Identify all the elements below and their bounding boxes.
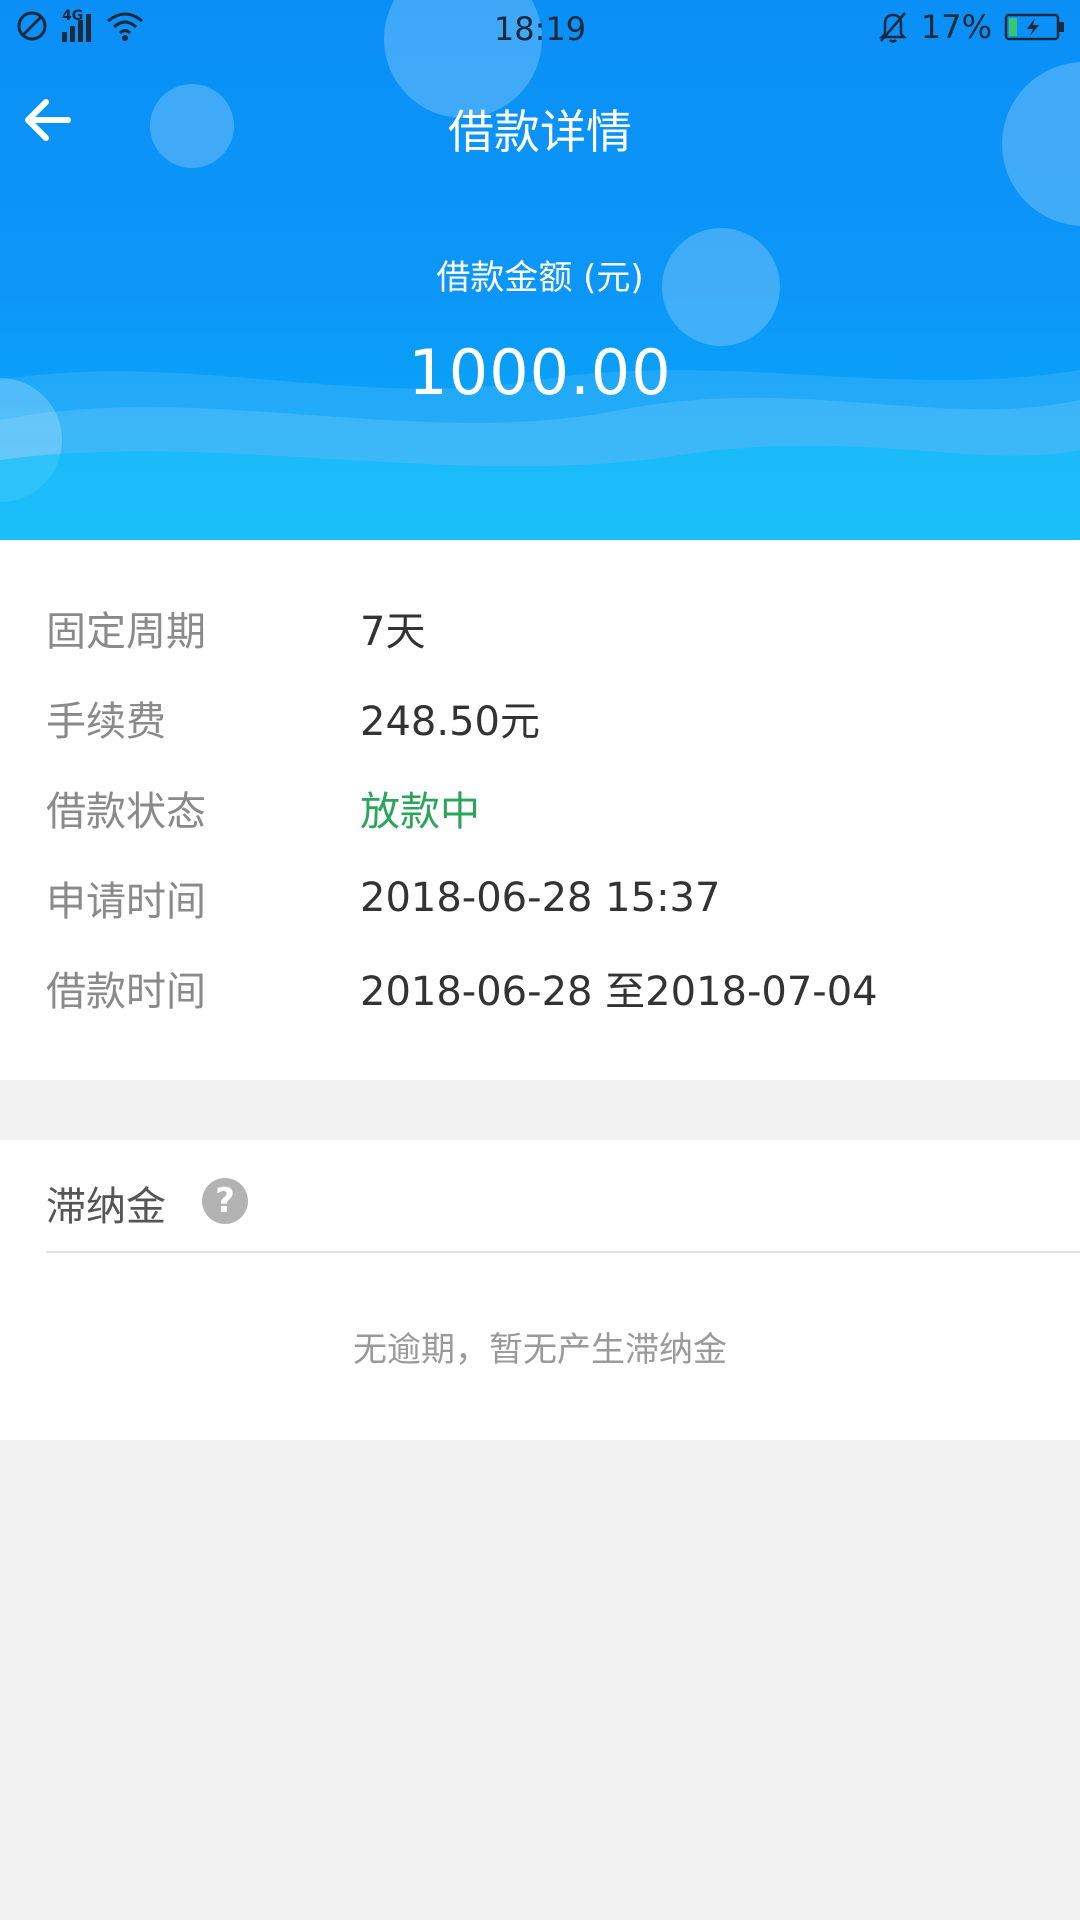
divider: [46, 1251, 1080, 1253]
detail-label: 申请时间: [46, 879, 206, 925]
detail-label: 固定周期: [46, 609, 206, 655]
header-banner: 4G 18:19 17% 借款详情 借款金额 (元) 1000.00: [0, 0, 1080, 540]
page-title: 借款详情: [448, 105, 632, 159]
detail-value: 2018-06-28 15:37: [360, 875, 721, 921]
bell-muted-icon: [878, 12, 907, 43]
status-bar-right: 17%: [877, 8, 1066, 46]
battery-charging-icon: [1004, 13, 1064, 41]
status-value: 放款中: [360, 789, 480, 835]
detail-row-fee: 手续费 248.50元: [0, 688, 1080, 748]
detail-value: 2018-06-28 至2018-07-04: [360, 969, 878, 1015]
loan-amount-label: 借款金额 (元): [436, 258, 644, 298]
detail-row-status: 借款状态 放款中: [0, 778, 1080, 838]
detail-row-apply-time: 申请时间 2018-06-28 15:37: [0, 868, 1080, 928]
late-fee-card: 滞纳金 ? 无逾期，暂无产生滞纳金: [0, 1140, 1080, 1440]
status-bar: 4G 18:19 17%: [0, 0, 1080, 56]
detail-label: 借款时间: [46, 969, 206, 1015]
loan-amount-value: 1000.00: [408, 336, 672, 409]
detail-value: 7天: [360, 609, 426, 655]
detail-row-loan-time: 借款时间 2018-06-28 至2018-07-04: [0, 958, 1080, 1018]
help-icon[interactable]: ?: [202, 1178, 248, 1224]
late-fee-title: 滞纳金: [46, 1184, 166, 1230]
battery-percent: 17%: [920, 8, 992, 46]
late-fee-empty-text: 无逾期，暂无产生滞纳金: [353, 1330, 727, 1370]
detail-label: 手续费: [46, 699, 166, 745]
loan-detail-card: 固定周期 7天 手续费 248.50元 借款状态 放款中 申请时间 2018-0…: [0, 540, 1080, 1080]
detail-label: 借款状态: [46, 789, 206, 835]
detail-row-period: 固定周期 7天: [0, 598, 1080, 658]
detail-value: 248.50元: [360, 699, 540, 745]
